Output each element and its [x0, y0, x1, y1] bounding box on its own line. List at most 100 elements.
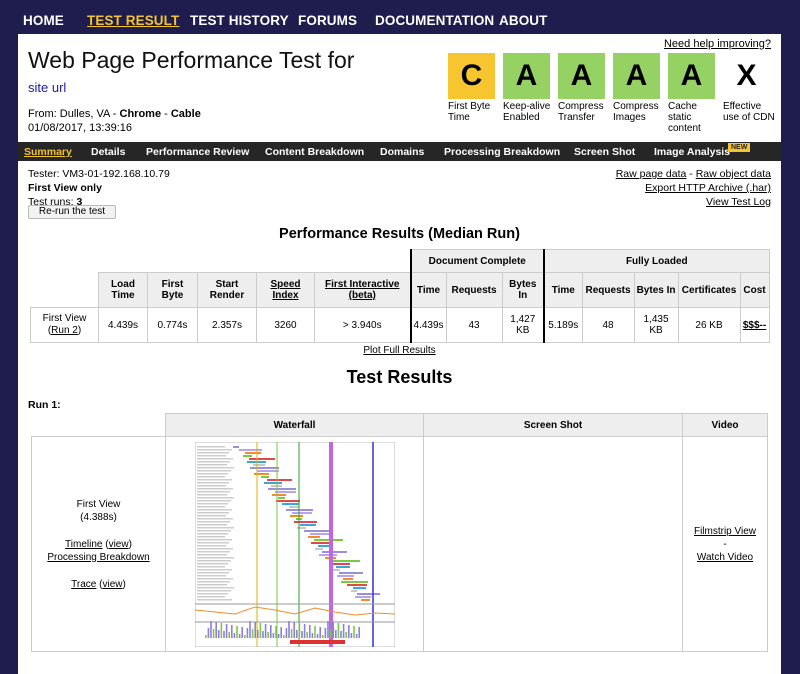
tab-image-analysis[interactable]: Image Analysis — [654, 146, 730, 158]
processing-breakdown-link[interactable]: Processing Breakdown — [47, 552, 149, 563]
col-certificates: Certificates — [677, 272, 741, 308]
bandwidth-bar — [321, 634, 324, 638]
val-doc-time: 4.439s — [409, 307, 447, 343]
bandwidth-bar — [285, 627, 287, 638]
nav-home[interactable]: HOME — [23, 13, 64, 28]
nav-test-result[interactable]: TEST RESULT — [87, 13, 179, 28]
timeline-view-link[interactable]: view — [109, 539, 129, 550]
bandwidth-bar — [277, 633, 279, 638]
grade-compress-images[interactable]: A — [613, 53, 660, 99]
tab-screen-shot[interactable]: Screen Shot — [574, 146, 635, 158]
bandwidth-bar — [220, 622, 222, 638]
bandwidth-bar — [274, 625, 277, 638]
request-bar — [342, 577, 353, 580]
bandwidth-bar — [316, 633, 318, 638]
request-label — [196, 550, 230, 552]
tab-domains[interactable]: Domains — [380, 146, 424, 158]
rerun-button[interactable]: Re-run the test — [28, 205, 116, 219]
val-doc-bytes: 1,427 KB — [501, 307, 545, 343]
waterfall-thumbnail[interactable] — [194, 441, 395, 647]
nav-forums[interactable]: FORUMS — [298, 13, 357, 28]
request-bar — [293, 520, 317, 523]
request-label — [196, 496, 234, 498]
view-test-log-link[interactable]: View Test Log — [706, 196, 771, 208]
grade-compress-transfer[interactable]: A — [558, 53, 605, 99]
bandwidth-bar — [246, 627, 248, 638]
request-label — [196, 463, 227, 465]
tab-performance-review[interactable]: Performance Review — [146, 146, 249, 158]
request-label — [196, 559, 231, 561]
plot-full-results-link[interactable]: Plot Full Results — [18, 345, 781, 356]
request-label — [196, 505, 225, 507]
raw-links: Raw page data - Raw object data Export H… — [615, 168, 771, 208]
filmstrip-view-link[interactable]: Filmstrip View — [694, 526, 756, 537]
col-first-interactive[interactable]: First Interactive (beta) — [314, 272, 411, 308]
request-label — [196, 508, 232, 510]
col-start-render: Start Render — [197, 272, 257, 308]
row-label: First View (Run 2) — [30, 307, 99, 343]
request-label — [196, 526, 234, 528]
val-doc-requests: 43 — [445, 307, 503, 343]
bandwidth-bar — [300, 630, 303, 638]
col-speed-index[interactable]: Speed Index — [256, 272, 315, 308]
test-results-heading: Test Results — [346, 367, 453, 387]
request-label — [196, 532, 228, 534]
request-label — [196, 469, 231, 471]
grade-keep-alive[interactable]: A — [503, 53, 550, 99]
bandwidth-bar — [253, 621, 256, 638]
request-label — [196, 553, 227, 555]
nav-about[interactable]: ABOUT — [499, 13, 548, 28]
request-label — [196, 481, 229, 483]
val-speed-index: 3260 — [256, 307, 315, 343]
tab-processing-breakdown[interactable]: Processing Breakdown — [444, 146, 560, 158]
request-bar — [232, 445, 239, 448]
tab-summary[interactable]: Summary — [24, 146, 72, 158]
export-har-link[interactable]: Export HTTP Archive (.har) — [645, 182, 771, 194]
request-bar — [352, 586, 366, 589]
request-label — [196, 457, 233, 459]
request-bar — [263, 481, 282, 484]
bandwidth-bar — [290, 628, 292, 638]
tab-details[interactable]: Details — [91, 146, 125, 158]
bandwidth-bar — [209, 620, 212, 638]
request-bar — [354, 595, 371, 598]
grade-label-compress-transfer: Compress Transfer — [558, 101, 604, 123]
run-2-link[interactable]: Run 2 — [51, 325, 78, 336]
request-label — [196, 511, 229, 513]
grade-label-compress-images: Compress Images — [613, 101, 659, 123]
nav-test-history[interactable]: TEST HISTORY — [190, 13, 289, 28]
col-full-bytes: Bytes In — [633, 272, 679, 308]
raw-page-data-link[interactable]: Raw page data — [616, 168, 687, 180]
bandwidth-bar — [337, 622, 339, 638]
request-label — [196, 475, 225, 477]
col-first-byte: First Byte — [147, 272, 198, 308]
request-label — [196, 547, 233, 549]
table-row: First View (4.388s) Timeline (view) Proc… — [31, 436, 768, 652]
trace-link[interactable]: Trace — [71, 579, 96, 590]
help-improving-link[interactable]: Need help improving? — [664, 38, 771, 50]
timeline-link[interactable]: Timeline — [65, 539, 102, 550]
tester-line: Tester: VM3-01-192.168.10.79 — [28, 168, 170, 180]
watch-video-link[interactable]: Watch Video — [697, 552, 753, 563]
request-bar — [244, 451, 261, 454]
trace-view-link[interactable]: view — [102, 579, 122, 590]
grade-cdn[interactable]: X — [723, 53, 770, 99]
grade-first-byte[interactable]: C — [448, 53, 495, 99]
request-label — [196, 451, 229, 453]
request-bar — [252, 463, 265, 466]
performance-table: Document Complete Fully Loaded Load Time… — [30, 249, 770, 343]
bandwidth-bar — [344, 631, 347, 638]
request-label — [196, 487, 233, 489]
grade-cache-static[interactable]: A — [668, 53, 715, 99]
site-url-link[interactable]: site url — [28, 80, 66, 95]
val-cost[interactable]: $$$-- — [739, 307, 770, 343]
request-bar — [332, 568, 340, 571]
request-label — [196, 541, 229, 543]
raw-object-data-link[interactable]: Raw object data — [696, 168, 771, 180]
tab-content-breakdown[interactable]: Content Breakdown — [265, 146, 364, 158]
group-document-complete: Document Complete — [409, 249, 545, 273]
bandwidth-bar — [217, 629, 220, 638]
screenshot-cell[interactable] — [423, 436, 683, 652]
request-bar — [281, 502, 299, 505]
nav-documentation[interactable]: DOCUMENTATION — [375, 13, 494, 28]
